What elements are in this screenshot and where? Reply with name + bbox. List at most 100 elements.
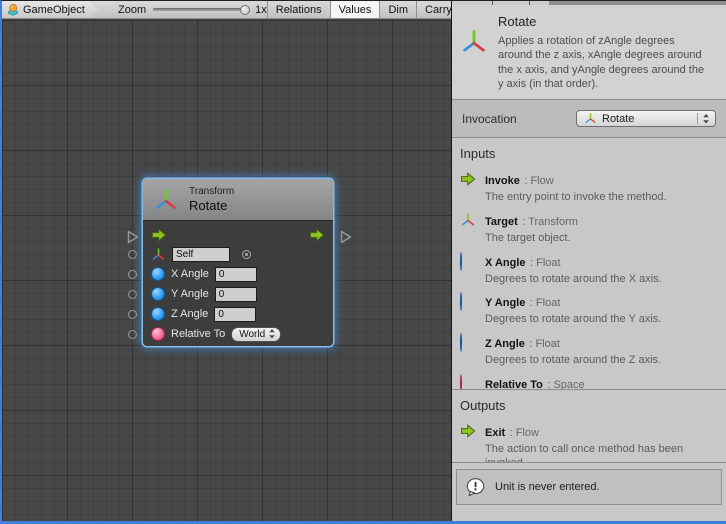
warning-text: Unit is never entered. (495, 481, 600, 493)
zoom-slider-thumb[interactable] (240, 5, 250, 15)
inspector-description: Applies a rotation of zAngle degrees aro… (498, 34, 712, 91)
flow-arrow-icon (460, 423, 476, 462)
input-item-y-angle: Y Angle : Float Degrees to rotate around… (460, 293, 718, 327)
port-description: The entry point to invoke the method. (485, 191, 711, 205)
input-item-target: Target : Transform The target object. (460, 212, 718, 246)
port-name: Invoke (485, 175, 520, 187)
float-port-icon (460, 293, 476, 327)
external-x-angle-port[interactable] (128, 270, 137, 279)
dropdown-arrows-icon (702, 113, 710, 125)
dim-toggle-button[interactable]: Dim (379, 1, 416, 18)
inputs-section: Inputs Invoke : Flow The entry point to … (452, 138, 726, 389)
transform-axes-icon (460, 212, 476, 246)
port-description: Degrees to rotate around the X axis. (485, 273, 711, 287)
external-z-angle-port[interactable] (128, 310, 137, 319)
invocation-label: Invocation (462, 112, 517, 126)
transform-axes-icon (584, 112, 597, 125)
inspector-title: Rotate (498, 14, 712, 29)
x-angle-port-icon[interactable] (151, 267, 165, 281)
invoke-flow-port-icon[interactable] (151, 227, 167, 243)
warnings-area: Unit is never entered. (452, 463, 726, 522)
port-name: Target (485, 216, 518, 228)
enum-port-icon (460, 375, 476, 389)
breadcrumb-label: GameObject (23, 4, 85, 16)
port-type: Flow (516, 427, 539, 439)
exit-flow-port-icon[interactable] (309, 227, 325, 243)
node-body: X Angle Y Angle Z Angle Relative To (143, 221, 333, 344)
port-type: Float (536, 297, 560, 309)
invocation-value: Rotate (602, 113, 634, 125)
z-angle-label: Z Angle (171, 308, 208, 320)
external-flow-input-port[interactable] (127, 230, 139, 244)
warning-bubble-icon (465, 477, 486, 498)
port-name: Z Angle (485, 338, 525, 350)
input-item-z-angle: Z Angle : Float Degrees to rotate around… (460, 334, 718, 368)
transform-axes-icon (460, 14, 488, 91)
y-angle-label: Y Angle (171, 288, 209, 300)
zoom-slider[interactable] (153, 8, 248, 11)
target-self-field[interactable] (172, 247, 230, 262)
external-target-port[interactable] (128, 250, 137, 259)
input-item-invoke: Invoke : Flow The entry point to invoke … (460, 171, 718, 205)
port-type: Float (536, 338, 560, 350)
port-name: Y Angle (485, 297, 525, 309)
x-angle-label: X Angle (171, 268, 209, 280)
port-name: X Angle (485, 257, 526, 269)
y-angle-field[interactable] (215, 287, 257, 302)
external-relative-to-port[interactable] (128, 330, 137, 339)
outputs-section: Outputs Exit : Flow The action to call o… (452, 390, 726, 462)
y-angle-port-icon[interactable] (151, 287, 165, 301)
relative-to-dropdown[interactable]: World (231, 327, 281, 342)
port-description: Degrees to rotate around the Z axis. (485, 354, 711, 368)
z-angle-field[interactable] (214, 307, 256, 322)
external-y-angle-port[interactable] (128, 290, 137, 299)
inspector-header: Rotate Applies a rotation of zAngle degr… (452, 5, 726, 99)
external-flow-output-port[interactable] (340, 230, 352, 244)
breadcrumb-gameobject[interactable]: GameObject (2, 1, 98, 18)
zoom-label: Zoom (118, 4, 146, 16)
relative-to-port-icon[interactable] (151, 327, 165, 341)
relative-to-label: Relative To (171, 328, 225, 340)
warning-box: Unit is never entered. (456, 469, 722, 505)
input-item-relative-to: Relative To : Space Rotation is local to… (460, 375, 718, 389)
gameobject-icon (6, 3, 20, 17)
node-title-label: Rotate (189, 198, 234, 214)
port-description: The target object. (485, 232, 711, 246)
inspector-panel: Rotate Applies a rotation of zAngle degr… (451, 1, 726, 522)
port-type: Flow (530, 175, 553, 187)
flow-arrow-icon (460, 171, 476, 205)
outputs-header: Outputs (460, 398, 718, 413)
target-port-icon[interactable] (151, 247, 166, 262)
port-type: Space (553, 379, 584, 389)
zoom-value-label: 1x (255, 4, 267, 16)
zoom-control: Zoom 1x (118, 1, 267, 18)
values-toggle-button[interactable]: Values (330, 1, 380, 18)
node-header[interactable]: Transform Rotate (143, 179, 333, 221)
port-type: Float (536, 257, 560, 269)
object-picker-icon[interactable] (242, 250, 251, 259)
toolbar-toggle-buttons: Relations Values Dim Carry (267, 1, 460, 18)
port-description: Degrees to rotate around the Y axis. (485, 313, 711, 327)
relations-toggle-button[interactable]: Relations (267, 1, 330, 18)
invocation-dropdown[interactable]: Rotate (576, 110, 716, 127)
input-item-x-angle: X Angle : Float Degrees to rotate around… (460, 253, 718, 287)
node-category-label: Transform (189, 186, 234, 198)
float-port-icon (460, 334, 476, 368)
output-item-exit: Exit : Flow The action to call once meth… (460, 423, 718, 462)
dropdown-arrows-icon (268, 328, 276, 340)
graph-toolbar: GameObject Zoom 1x Relations Values Dim … (2, 1, 451, 19)
port-name: Exit (485, 427, 505, 439)
rotate-unit-node[interactable]: Transform Rotate X Angle (143, 179, 333, 346)
inputs-header: Inputs (460, 146, 718, 161)
x-angle-field[interactable] (215, 267, 257, 282)
bolt-graph-window: GameObject Zoom 1x Relations Values Dim … (0, 0, 726, 524)
float-port-icon (460, 253, 476, 287)
z-angle-port-icon[interactable] (151, 307, 165, 321)
transform-axes-icon (153, 187, 179, 213)
port-name: Relative To (485, 379, 543, 389)
relative-to-value: World (239, 329, 265, 340)
invocation-row: Invocation Rotate (452, 100, 726, 137)
port-description: The action to call once method has been … (485, 443, 711, 462)
graph-canvas[interactable]: Transform Rotate X Angle (2, 20, 451, 522)
port-type: Transform (528, 216, 578, 228)
